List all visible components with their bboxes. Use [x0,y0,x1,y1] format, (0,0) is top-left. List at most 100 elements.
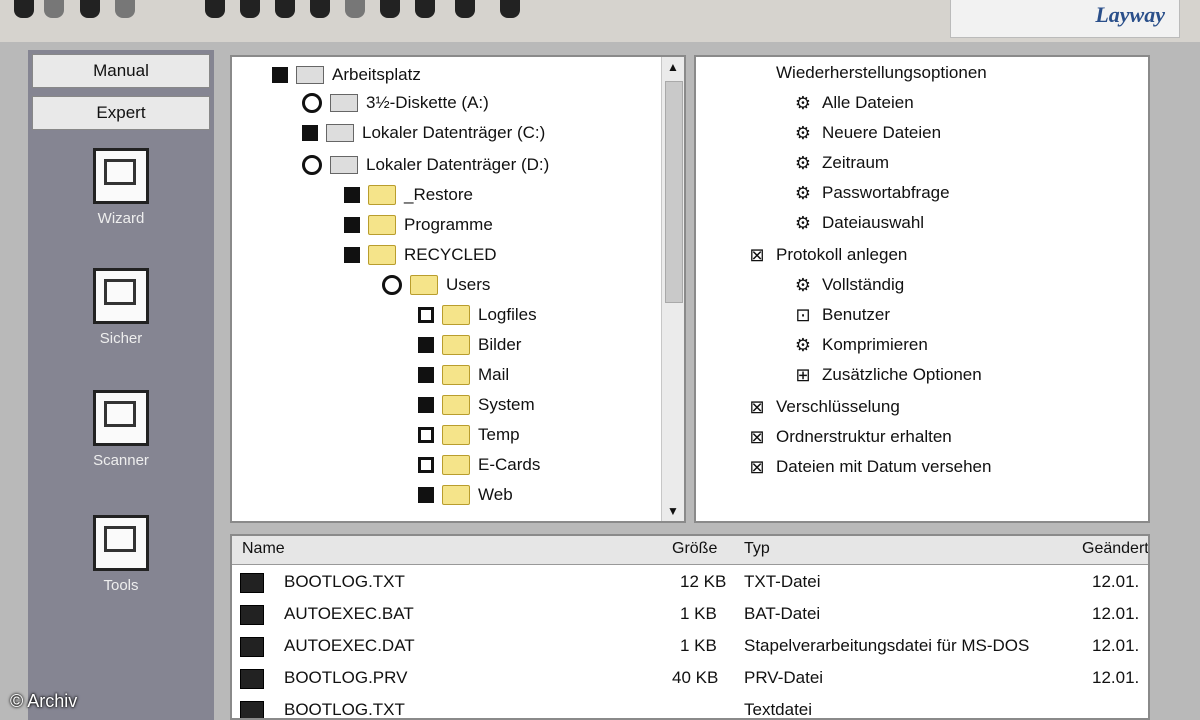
column-header-name[interactable]: Name [242,540,285,558]
toolbar-home-icon[interactable] [115,0,135,18]
folder-icon [442,455,470,475]
file-row[interactable]: BOOTLOG.TXT 12 KB TXT-Datei 12.01. [232,566,1148,598]
tree-item[interactable]: Web [418,481,513,509]
checkbox-checked-icon[interactable] [272,67,288,83]
tree-item[interactable]: Lokaler Datenträger (C:) [302,119,545,147]
checkbox-checked-icon[interactable] [418,337,434,353]
file-checkbox-icon[interactable] [240,701,264,718]
file-checkbox-icon[interactable] [240,637,264,657]
tree-item[interactable]: E-Cards [418,451,540,479]
tree-item[interactable]: Lokaler Datenträger (D:) [302,151,549,179]
file-name: BOOTLOG.TXT [284,572,405,591]
file-row[interactable]: AUTOEXEC.BAT 1 KB BAT-Datei 12.01. [232,598,1148,630]
manual-mode-button[interactable]: Manual [32,54,210,88]
folder-tree-pane: Arbeitsplatz 3½-Diskette (A:) Lokaler Da… [230,55,686,523]
option-label: Zusätzliche Optionen [822,365,982,384]
option-item[interactable]: ⊠ Dateien mit Datum versehen [746,453,991,481]
option-label: Komprimieren [822,335,928,354]
tree-item[interactable]: Arbeitsplatz [272,61,421,89]
toolbar-exit-icon[interactable] [500,0,520,18]
tree-item[interactable]: Temp [418,421,520,449]
checkbox-icon[interactable] [418,427,434,443]
scroll-down-icon[interactable]: ▼ [662,501,684,521]
toolbar-forward-icon[interactable] [44,0,64,18]
expert-mode-button[interactable]: Expert [32,96,210,130]
column-header-size[interactable]: Größe [672,540,717,558]
nav-tool-backup[interactable]: Sicher [28,268,214,347]
tree-scrollbar[interactable]: ▲ ▼ [661,57,684,521]
checkbox-icon[interactable] [418,457,434,473]
option-item[interactable]: ⊠ Verschlüsselung [746,393,899,421]
option-label: Alle Dateien [822,93,914,112]
option-item[interactable]: ⚙ Vollständig [792,271,904,299]
toolbar-back-icon[interactable] [14,0,34,18]
tree-item[interactable]: _Restore [344,181,473,209]
file-checkbox-icon[interactable] [240,669,264,689]
checkbox-checked-icon[interactable] [344,247,360,263]
option-gear-icon: ⚙ [794,93,812,113]
checkbox-checked-icon[interactable] [418,397,434,413]
toolbar-settings-icon[interactable] [380,0,400,18]
toolbar-search-icon[interactable] [345,0,365,18]
file-type: BAT-Datei [744,604,821,623]
file-name: AUTOEXEC.DAT [284,636,415,655]
file-type: TXT-Datei [744,572,821,591]
tree-item[interactable]: Mail [418,361,509,389]
file-date: 12.01. [1092,604,1140,623]
file-row[interactable]: AUTOEXEC.DAT 1 KB Stapelverarbeitungsdat… [232,630,1148,662]
file-name: BOOTLOG.TXT [284,700,405,719]
nav-tool-tools[interactable]: Tools [28,515,214,594]
option-item[interactable]: ⚙ Passwortabfrage [792,179,950,207]
scroll-thumb[interactable] [665,81,683,303]
toolbar-print-icon[interactable] [310,0,330,18]
checkbox-checked-icon[interactable] [418,487,434,503]
checkbox-icon[interactable] [418,307,434,323]
tree-item[interactable]: Users [382,271,490,299]
toolbar-open-icon[interactable] [240,0,260,18]
tree-item[interactable]: Logfiles [418,301,537,329]
option-label: Zeitraum [822,153,890,172]
option-item[interactable]: ⊠ Ordnerstruktur erhalten [746,423,951,451]
tree-item[interactable]: 3½-Diskette (A:) [302,89,489,117]
radio-icon[interactable] [382,275,402,295]
scroll-up-icon[interactable]: ▲ [662,57,684,77]
nav-tool-scanner[interactable]: Scanner [28,390,214,469]
toolbar-new-icon[interactable] [205,0,225,18]
toolbar-help-icon[interactable] [455,0,475,18]
toolbar-save-icon[interactable] [275,0,295,18]
tree-item-label: RECYCLED [404,245,497,264]
file-size: 1 KB [680,636,717,655]
radio-icon[interactable] [302,93,322,113]
option-item[interactable]: ⚙ Zeitraum [792,149,889,177]
tree-item[interactable]: System [418,391,535,419]
option-item[interactable]: ⊡ Benutzer [792,301,890,329]
file-checkbox-icon[interactable] [240,573,264,593]
option-item[interactable]: ⊞ Zusätzliche Optionen [792,361,982,389]
option-label: Dateien mit Datum versehen [776,457,992,476]
drive-icon [296,66,324,84]
tree-item[interactable]: RECYCLED [344,241,497,269]
option-item[interactable]: ⊠ Protokoll anlegen [746,241,907,269]
drive-icon [330,156,358,174]
tree-item[interactable]: Programme [344,211,493,239]
nav-tool-label: Sicher [99,330,143,347]
option-item[interactable]: ⚙ Alle Dateien [792,89,914,117]
toolbar-refresh-icon[interactable] [80,0,100,18]
option-item[interactable]: ⚙ Neuere Dateien [792,119,941,147]
checkbox-checked-icon[interactable] [344,217,360,233]
option-item[interactable]: ⚙ Dateiauswahl [792,209,924,237]
column-header-type[interactable]: Typ [744,540,770,558]
radio-icon[interactable] [302,155,322,175]
toolbar-info-icon[interactable] [415,0,435,18]
column-header-date[interactable]: Geändert [1082,540,1148,558]
option-label: Vollständig [822,275,905,294]
file-row[interactable]: BOOTLOG.PRV 40 KB PRV-Datei 12.01. [232,662,1148,694]
file-row[interactable]: BOOTLOG.TXT Textdatei [232,694,1148,719]
option-item[interactable]: ⚙ Komprimieren [792,331,928,359]
nav-tool-wizard[interactable]: Wizard [28,148,214,227]
checkbox-checked-icon[interactable] [302,125,318,141]
tree-item[interactable]: Bilder [418,331,521,359]
checkbox-checked-icon[interactable] [418,367,434,383]
checkbox-checked-icon[interactable] [344,187,360,203]
file-checkbox-icon[interactable] [240,605,264,625]
